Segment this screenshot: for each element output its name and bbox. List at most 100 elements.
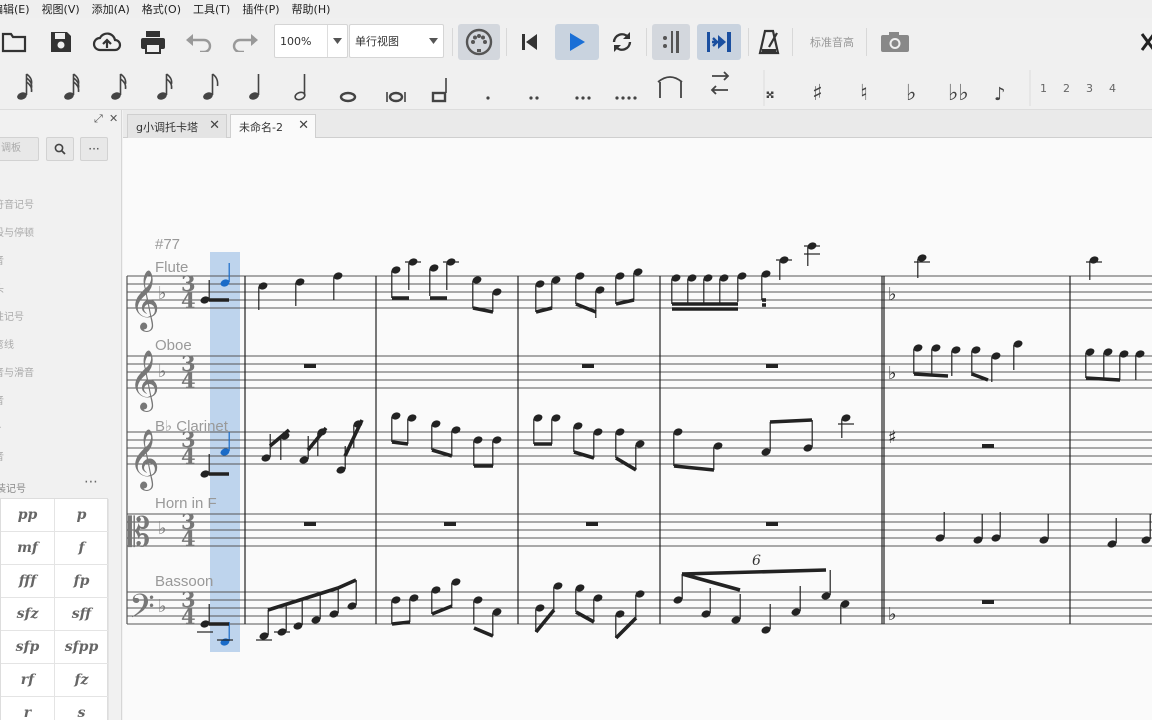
whole-rest [586, 522, 598, 526]
dynamic-cell[interactable]: mf [1, 532, 55, 565]
dynamic-cell[interactable]: p [55, 499, 109, 532]
metronome-icon[interactable] [752, 24, 786, 60]
dynamic-cell[interactable]: f [55, 532, 109, 565]
open-folder-icon[interactable] [0, 24, 30, 60]
note-beam [769, 418, 813, 424]
note-beam [681, 568, 827, 576]
dynamics-more-icon[interactable]: ⋯ [84, 474, 99, 490]
palette-search-input[interactable]: 调板 [0, 137, 39, 161]
key-change-flat-icon: ♭ [888, 363, 897, 384]
menu-add[interactable]: 添加(A) [86, 1, 136, 17]
pan-score-icon[interactable] [697, 24, 741, 60]
treble-clef-icon: 𝄞 [129, 270, 160, 332]
palette-item[interactable]: 音 [0, 252, 4, 267]
palette-item[interactable]: 音与滑音 [0, 364, 34, 379]
palette-item[interactable]: 头 [0, 280, 4, 295]
close-icon[interactable]: ✕ [209, 118, 220, 133]
undock-icon[interactable]: ⤢ [94, 112, 103, 126]
dynamic-cell[interactable]: r [1, 697, 55, 720]
key-change-flat-icon: ♭ [888, 604, 897, 625]
camera-icon[interactable] [876, 24, 914, 60]
rehearsal-mark[interactable]: #77 [155, 236, 180, 253]
search-icon[interactable] [46, 137, 74, 161]
note-beam [573, 450, 595, 460]
treble-clef-icon: 𝄞 [129, 350, 160, 412]
key-flat-icon: ♭ [158, 596, 167, 617]
palette-item[interactable]: A [0, 420, 1, 431]
note-beam [337, 578, 357, 590]
tab-score-1[interactable]: g小调托卡塔 ✕ [127, 114, 227, 138]
save-icon[interactable] [44, 24, 78, 60]
play-button[interactable] [555, 24, 599, 60]
time-signature-bottom: 4 [181, 604, 196, 629]
loop-playback-icon[interactable] [604, 24, 640, 60]
main-toolbar: 100% 单行视图 标准音高 [0, 18, 1152, 66]
print-icon[interactable] [136, 24, 170, 60]
close-icon[interactable]: ✕ [298, 118, 309, 133]
note-beam [267, 586, 339, 612]
close-panel-icon[interactable]: ✕ [109, 112, 118, 125]
note-beam [673, 464, 715, 472]
dynamic-cell[interactable]: sff [55, 598, 109, 631]
dynamic-cell[interactable]: sfp [1, 631, 55, 664]
dynamic-cell[interactable]: pp [1, 499, 55, 532]
undo-icon[interactable] [182, 24, 216, 60]
palette-item[interactable]: 性记号 [0, 308, 24, 323]
voice-4-button[interactable]: 4 [1109, 82, 1116, 95]
toolbar-separator [748, 28, 749, 56]
key-change-sharp-icon: ♯ [888, 427, 897, 448]
key-change-flat-icon: ♭ [888, 284, 897, 305]
palette-item[interactable]: 音 [0, 448, 4, 463]
dynamic-cell[interactable]: fp [55, 565, 109, 598]
score-view[interactable]: #77 Flute Oboe B♭ Clarinet Horn in F Bas… [123, 138, 1152, 720]
musescore-window: 编辑(E) 视图(V) 添加(A) 格式(O) 工具(T) 插件(P) 帮助(H… [0, 0, 1152, 720]
palette-item[interactable]: 符音记号 [0, 196, 34, 211]
voice-3-button[interactable]: 3 [1086, 82, 1093, 95]
dynamic-cell[interactable]: fz [55, 664, 109, 697]
concert-pitch-toggle[interactable]: 标准音高 [810, 34, 854, 50]
repeat-playback-icon[interactable] [652, 24, 690, 60]
note-input-toolbar: 𝄪 ♯ ♮ ♭ ♭♭ ♪ 1 2 3 4 [0, 66, 1152, 110]
palette-item[interactable]: 弯线 [0, 336, 14, 351]
palette-item[interactable]: 音 [0, 392, 4, 407]
zoom-dropdown[interactable]: 100% [274, 24, 348, 58]
menu-view[interactable]: 视图(V) [36, 1, 86, 17]
palette-more-button[interactable]: ··· [80, 137, 108, 161]
whole-rest [766, 522, 778, 526]
zoom-value: 100% [280, 34, 312, 48]
rewind-icon[interactable] [512, 24, 548, 60]
note-duration-icons: 𝄪 ♯ ♮ ♭ ♭♭ ♪ [17, 70, 1031, 106]
menu-plugins[interactable]: 插件(P) [236, 1, 285, 17]
menu-tools[interactable]: 工具(T) [187, 1, 236, 17]
view-mode-dropdown[interactable]: 单行视图 [349, 24, 444, 58]
midi-input-icon[interactable] [458, 24, 500, 60]
score-canvas[interactable]: #77 Flute Oboe B♭ Clarinet Horn in F Bas… [123, 138, 1152, 720]
dynamic-cell[interactable]: s [55, 697, 109, 720]
note-beam [473, 626, 494, 638]
palette-item[interactable]: 段与停顿 [0, 224, 34, 239]
dynamic-cell[interactable]: rf [1, 664, 55, 697]
toolbar-separator [506, 28, 507, 56]
menu-edit[interactable]: 编辑(E) [0, 1, 36, 17]
tuplet-number[interactable]: 6 [752, 553, 761, 569]
close-icon[interactable] [1138, 24, 1152, 60]
note-beam [391, 440, 409, 446]
dynamics-section-title[interactable]: 装记号 [0, 480, 26, 495]
tab-score-2[interactable]: 未命名-2 ✕ [230, 114, 316, 139]
toolbar-separator [452, 28, 453, 56]
voice-2-button[interactable]: 2 [1063, 82, 1070, 95]
dynamic-cell[interactable]: sfpp [55, 631, 109, 664]
tab-label: 未命名-2 [239, 121, 283, 134]
time-signature-bottom: 4 [181, 526, 196, 551]
menu-bar: 编辑(E) 视图(V) 添加(A) 格式(O) 工具(T) 插件(P) 帮助(H… [0, 0, 1152, 18]
bass-clef-icon: 𝄢 [129, 588, 155, 634]
dynamic-cell[interactable]: fff [1, 565, 55, 598]
voice-1-button[interactable]: 1 [1040, 82, 1047, 95]
redo-icon[interactable] [228, 24, 262, 60]
dynamic-cell[interactable]: sfz [1, 598, 55, 631]
cloud-upload-icon[interactable] [90, 24, 124, 60]
menu-help[interactable]: 帮助(H) [286, 1, 337, 17]
chevron-down-icon [327, 25, 347, 57]
note-beam [306, 426, 328, 452]
menu-format[interactable]: 格式(O) [136, 1, 187, 17]
